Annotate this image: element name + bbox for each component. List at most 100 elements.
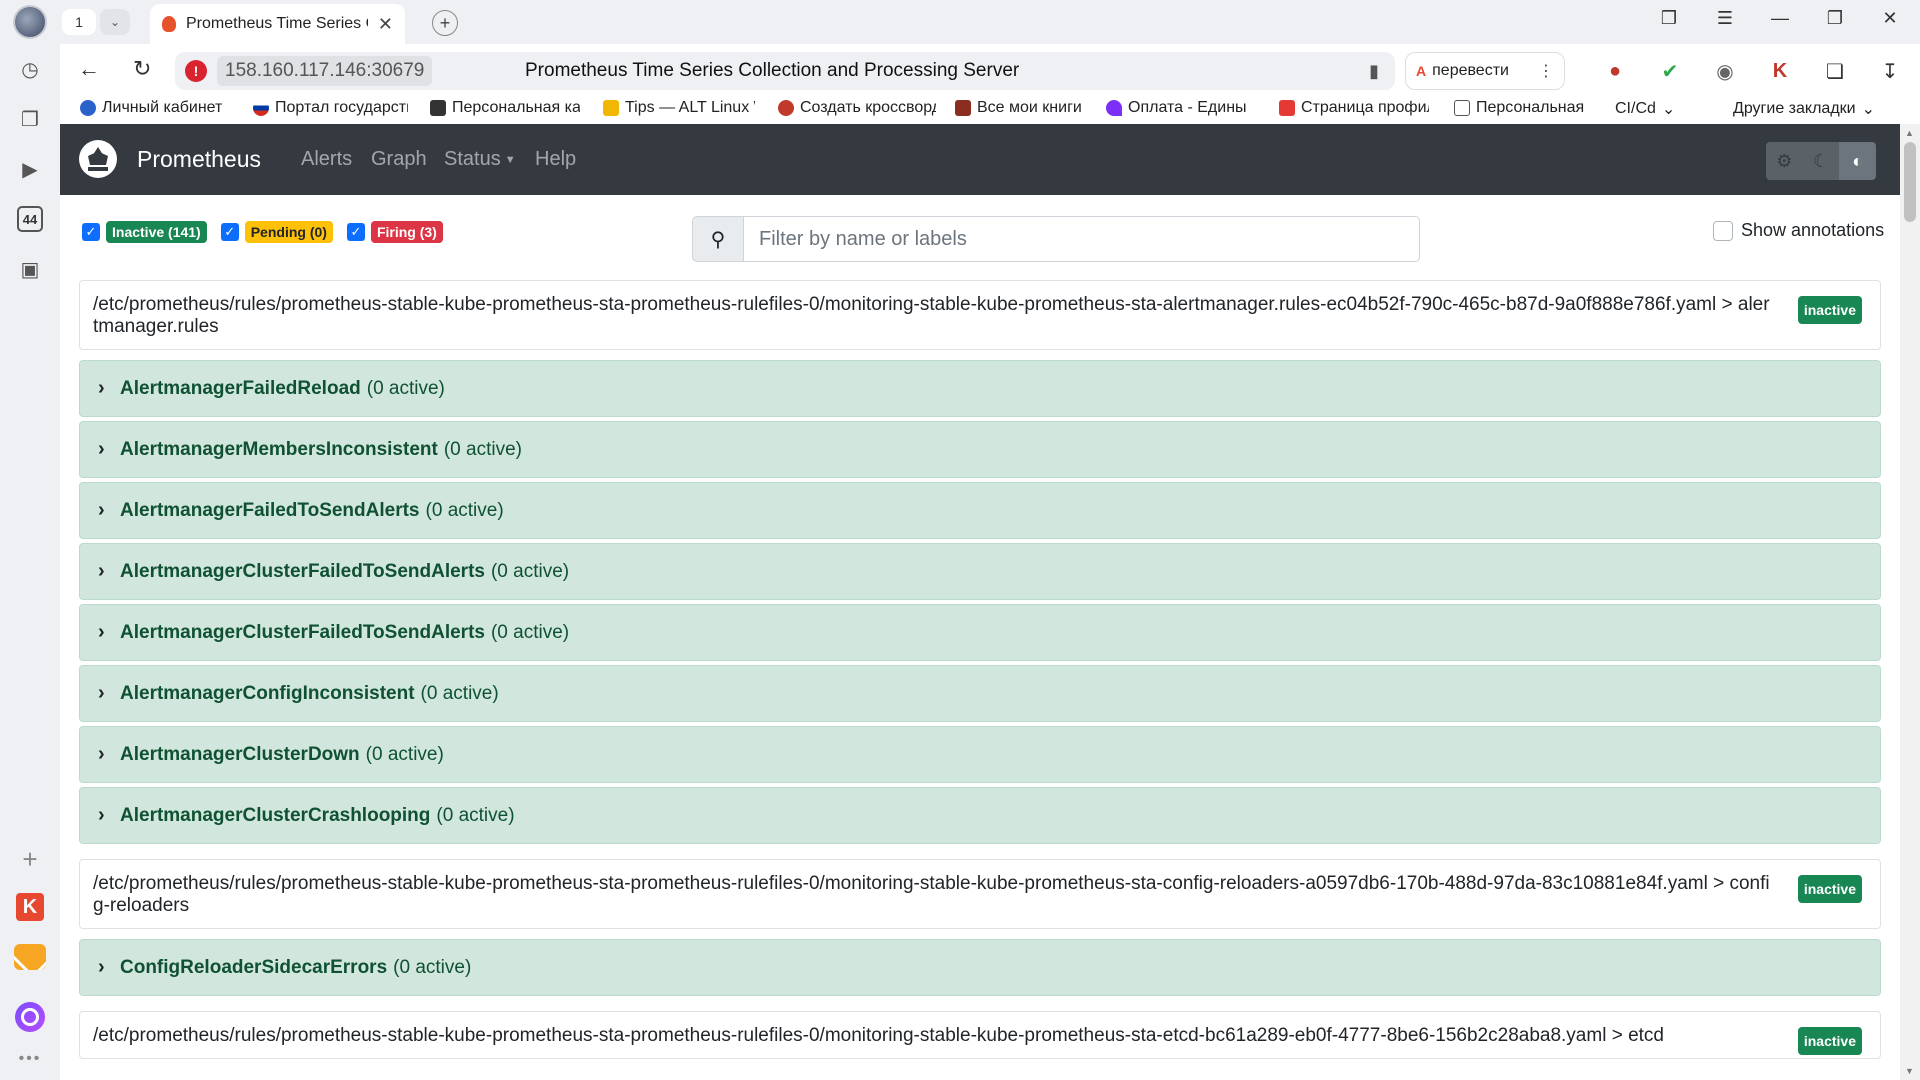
- more-icon[interactable]: •••: [13, 1042, 47, 1076]
- firing-checkbox[interactable]: ✓: [346, 223, 365, 241]
- counter-icon[interactable]: 44: [13, 202, 47, 236]
- search-input[interactable]: [744, 216, 1420, 262]
- address-page-title: Prometheus Time Series Collection and Pr…: [525, 60, 1020, 81]
- history-icon[interactable]: ◷: [13, 52, 47, 86]
- chevron-down-icon: ⌄: [1861, 101, 1875, 118]
- dark-theme-icon[interactable]: ☾: [1802, 142, 1840, 180]
- close-icon[interactable]: ✕: [378, 14, 393, 35]
- alert-rule[interactable]: › AlertmanagerFailedToSendAlerts (0 active…: [79, 482, 1881, 539]
- annotations-checkbox[interactable]: [1713, 220, 1733, 241]
- scroll-up-icon[interactable]: ▲: [1905, 128, 1914, 138]
- bookmark-icon[interactable]: ▮: [1369, 61, 1379, 82]
- scrollbar[interactable]: ▲ ▼: [1900, 124, 1920, 1080]
- theme-toggle: ⚙ ☾ ◐: [1766, 142, 1877, 180]
- chevron-right-icon: ›: [98, 560, 105, 582]
- bookmark-3[interactable]: Tips — ALT Linux Wiki: [603, 99, 755, 117]
- restore-icon[interactable]: ❐: [1820, 8, 1850, 29]
- address-bar[interactable]: ! 158.160.117.146:30679 Prometheus Time …: [175, 52, 1395, 90]
- alert-rule[interactable]: › AlertmanagerFailedReload (0 active): [79, 360, 1881, 417]
- add-panel-icon[interactable]: +: [13, 842, 47, 876]
- group-header: /etc/prometheus/rules/prometheus-stable-…: [79, 1011, 1881, 1059]
- group-path: /etc/prometheus/rules/prometheus-stable-…: [93, 873, 1770, 916]
- new-tab-button[interactable]: +: [432, 10, 458, 36]
- shield-icon[interactable]: ✔: [1657, 58, 1683, 84]
- bookmark-5[interactable]: Все мои книги: [955, 99, 1105, 117]
- nav-alerts[interactable]: Alerts: [301, 148, 352, 171]
- translate-button[interactable]: A перевести ⋮: [1405, 52, 1565, 90]
- alert-rule[interactable]: › AlertmanagerClusterFailedToSendAlerts (0…: [79, 543, 1881, 600]
- books-icon: [955, 100, 971, 116]
- brand[interactable]: Prometheus: [79, 140, 261, 178]
- collections-icon[interactable]: ❐: [13, 102, 47, 136]
- bookmark-0[interactable]: Личный кабинет: [80, 99, 230, 117]
- alice-icon[interactable]: [13, 1000, 47, 1034]
- alert-rule[interactable]: › AlertmanagerMembersInconsistent (0 activ…: [79, 421, 1881, 478]
- close-window-icon[interactable]: ✕: [1875, 8, 1905, 29]
- show-annotations[interactable]: Show annotations: [1713, 220, 1884, 241]
- collections-ext-icon[interactable]: ❏: [1822, 58, 1848, 84]
- kinopoisk-ext-icon[interactable]: K: [1767, 58, 1793, 84]
- tab-title: Prometheus Time Series Collection and Pr…: [186, 15, 368, 32]
- tab-prometheus[interactable]: Prometheus Time Series Collection and Pr…: [150, 4, 405, 44]
- translate-label: перевести: [1432, 62, 1509, 79]
- back-icon[interactable]: ←: [78, 56, 100, 82]
- group-header: /etc/prometheus/rules/prometheus-stable-…: [79, 280, 1881, 350]
- inactive-badge: Inactive (141): [106, 221, 207, 243]
- payment-icon: [1106, 100, 1122, 116]
- minimize-icon[interactable]: —: [1765, 8, 1795, 29]
- tab-count[interactable]: 1: [62, 9, 96, 35]
- chevron-right-icon: ›: [98, 743, 105, 765]
- chevron-right-icon: ›: [98, 956, 105, 978]
- pending-checkbox[interactable]: ✓: [220, 223, 239, 241]
- chevron-down-icon[interactable]: ⌄: [100, 9, 130, 35]
- download-icon[interactable]: ↧: [1877, 58, 1903, 84]
- crossword-icon: [778, 100, 794, 116]
- group-path: /etc/prometheus/rules/prometheus-stable-…: [93, 294, 1770, 337]
- alert-rule[interactable]: › AlertmanagerClusterCrashlooping (0 activ…: [79, 787, 1881, 844]
- brand-name: Prometheus: [137, 145, 262, 172]
- warning-icon[interactable]: !: [185, 60, 207, 82]
- mail-icon[interactable]: [13, 940, 47, 974]
- translate-icon: A: [1416, 63, 1427, 79]
- rule-groups: /etc/prometheus/rules/prometheus-stable-…: [79, 280, 1881, 1069]
- nav-help[interactable]: Help: [535, 148, 576, 171]
- light-theme-icon[interactable]: ⚙: [1766, 142, 1803, 180]
- reload-icon[interactable]: ↻: [133, 56, 151, 82]
- scroll-down-icon[interactable]: ▼: [1905, 1066, 1914, 1076]
- bookmarks-panel-icon[interactable]: ❒: [1654, 8, 1684, 29]
- chevron-down-icon: ⌄: [1661, 101, 1676, 118]
- bookmark-6[interactable]: Оплата - Единый: [1106, 99, 1246, 117]
- robot-icon[interactable]: ◉: [1712, 58, 1738, 84]
- bookmark-2[interactable]: Персональная карта: [430, 99, 580, 117]
- screenshot-icon[interactable]: ▣: [13, 252, 47, 286]
- alert-rule[interactable]: › AlertmanagerConfigInconsistent (0 active…: [79, 665, 1881, 722]
- search-icon: ⚲: [692, 216, 744, 262]
- bookmarks-bar: Личный кабинет Портал государственных Пе…: [60, 96, 1920, 124]
- menu-icon[interactable]: ☰: [1710, 8, 1740, 29]
- scrollbar-thumb[interactable]: [1904, 142, 1916, 222]
- alert-rule[interactable]: › ConfigReloaderSidecarErrors (0 active): [79, 939, 1881, 996]
- chevron-right-icon: ›: [98, 377, 105, 399]
- auto-theme-icon[interactable]: ◐: [1839, 142, 1877, 180]
- bookmark-7[interactable]: Страница профиля: [1279, 99, 1429, 117]
- other-bookmarks[interactable]: Другие закладки ⌄: [1733, 99, 1893, 119]
- extension-icon[interactable]: ●: [1602, 58, 1628, 84]
- bookmark-4[interactable]: Создать кроссворд: [778, 99, 936, 117]
- nav-status[interactable]: Status ▼: [444, 148, 516, 171]
- bookmark-1[interactable]: Портал государственных: [253, 99, 408, 117]
- russia-flag-icon: [253, 100, 269, 116]
- inactive-checkbox[interactable]: ✓: [82, 223, 100, 241]
- chevron-right-icon: ›: [98, 499, 105, 521]
- status-badge: inactive: [1797, 1027, 1862, 1055]
- bookmark-folder-cicd[interactable]: CI/Cd ⌄: [1615, 99, 1690, 119]
- kinopoisk-icon[interactable]: K: [13, 890, 47, 924]
- nav-graph[interactable]: Graph: [371, 148, 427, 171]
- bookmark-8[interactable]: Персональная: [1454, 99, 1589, 117]
- profile-avatar[interactable]: [13, 5, 47, 39]
- alert-rule[interactable]: › AlertmanagerClusterDown (0 active): [79, 726, 1881, 783]
- profile-page-icon: [1279, 100, 1295, 116]
- video-icon[interactable]: ▶: [13, 152, 47, 186]
- alert-rule[interactable]: › AlertmanagerClusterFailedToSendAlerts (0…: [79, 604, 1881, 661]
- kebab-icon[interactable]: ⋮: [1538, 61, 1554, 81]
- caret-down-icon: ▼: [504, 153, 516, 166]
